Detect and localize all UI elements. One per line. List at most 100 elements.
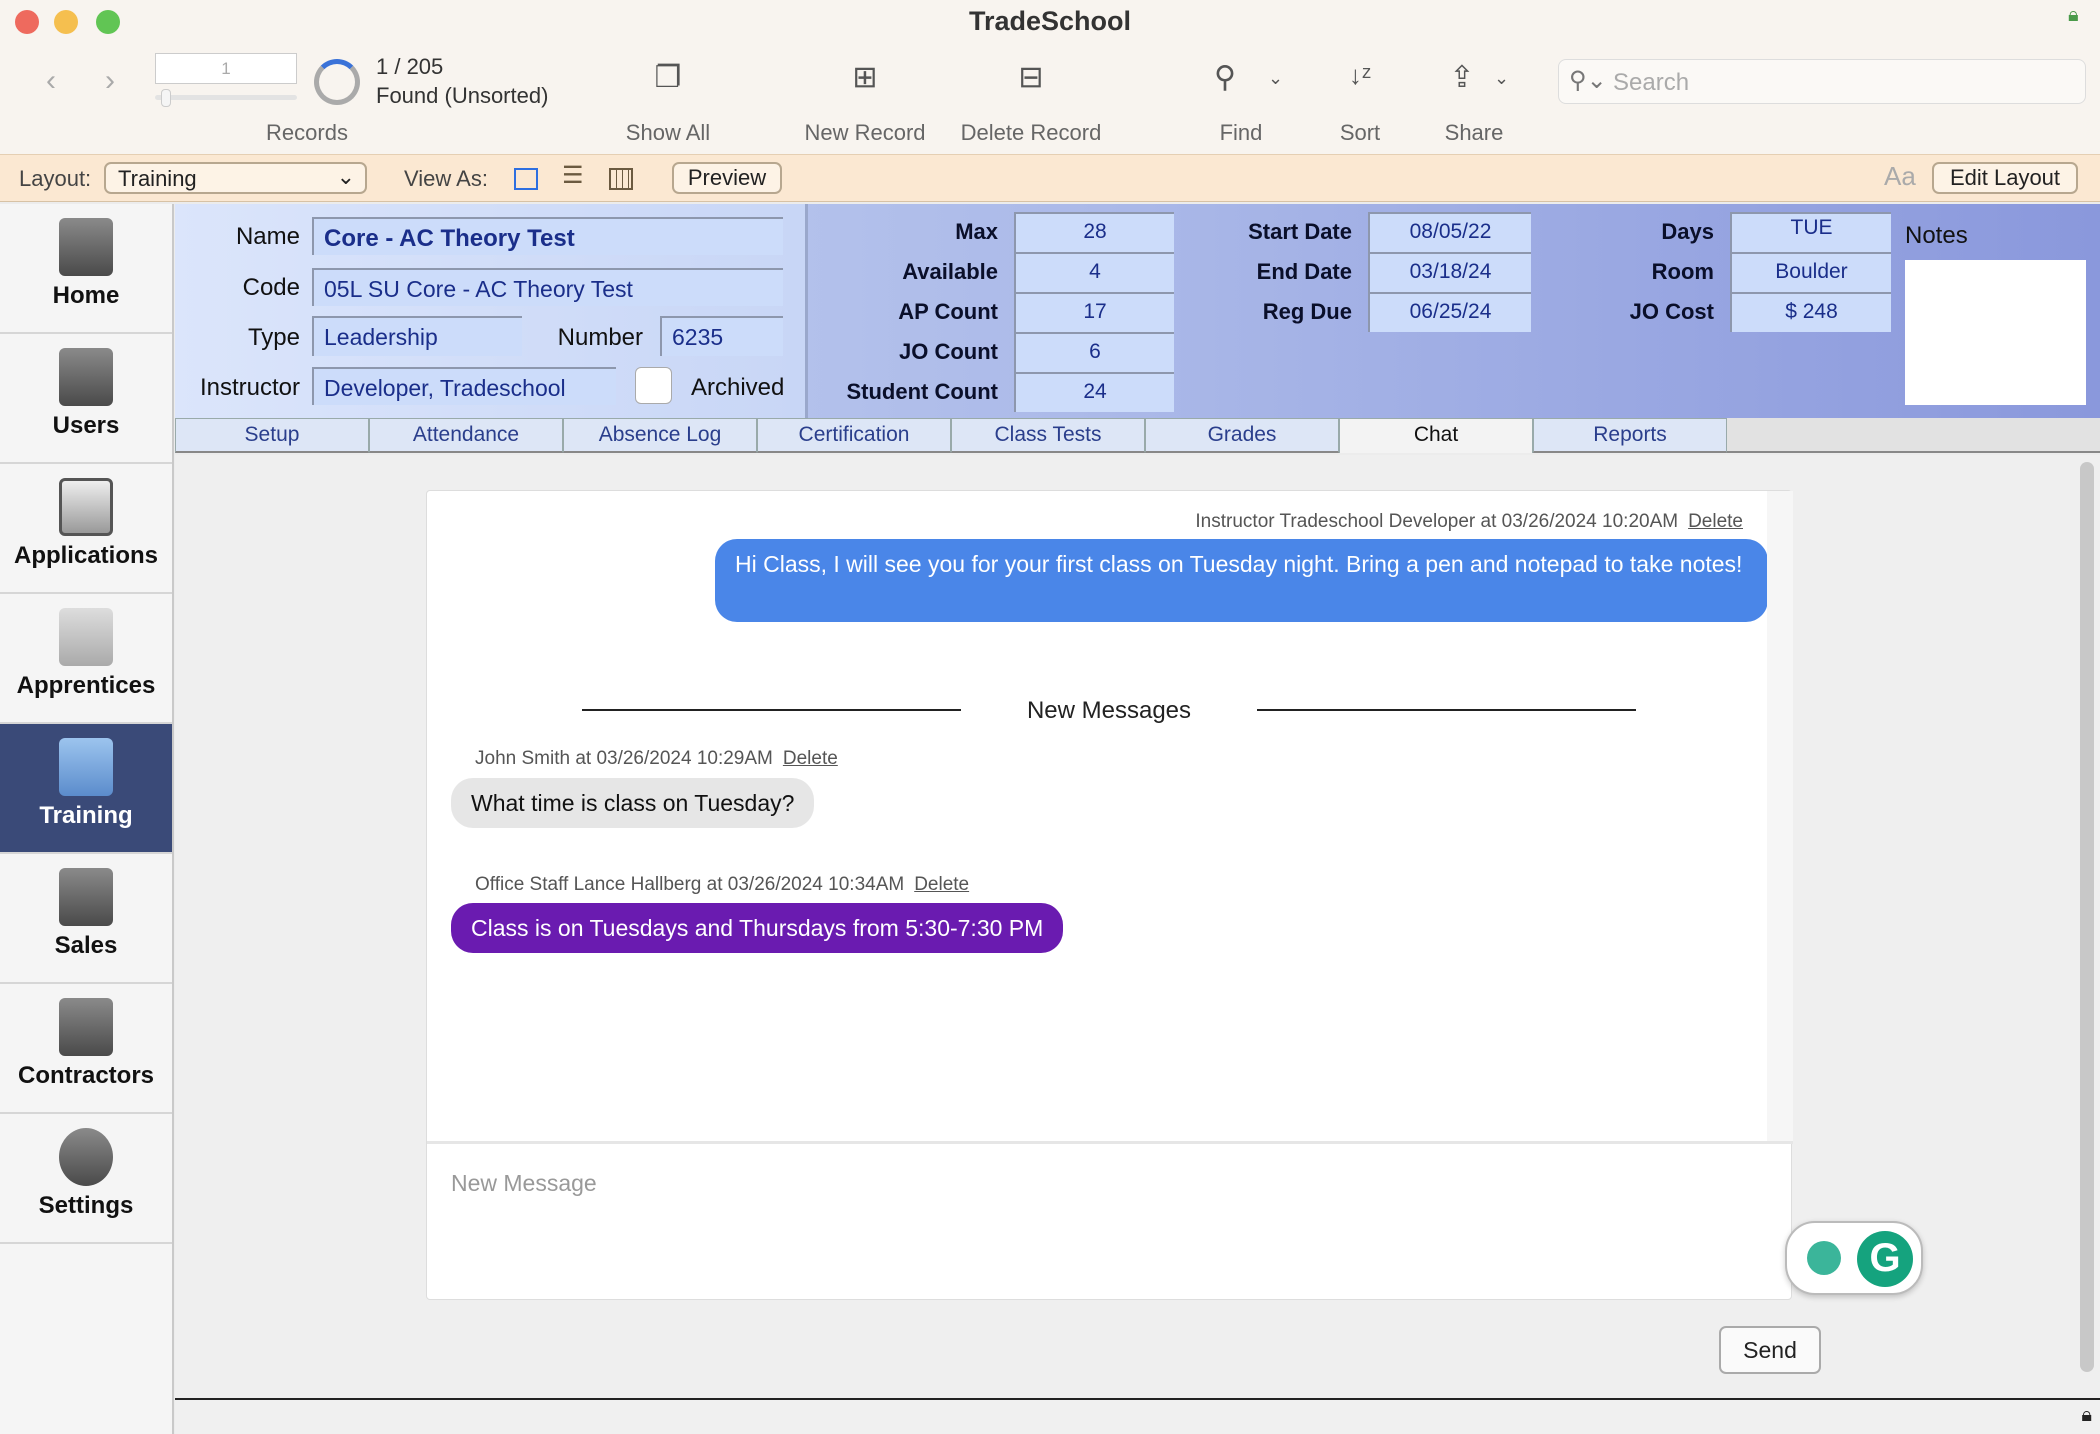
number-field[interactable]: 6235 bbox=[660, 316, 783, 356]
sidebar-item-contractors[interactable]: Contractors bbox=[0, 984, 172, 1114]
code-field[interactable]: 05L SU Core - AC Theory Test bbox=[312, 268, 783, 306]
sidebar-item-applications[interactable]: Applications bbox=[0, 464, 172, 594]
show-all-icon[interactable]: ❐ bbox=[638, 60, 698, 95]
page-scrollbar[interactable] bbox=[2080, 462, 2094, 1372]
sidebar-item-label: Home bbox=[52, 282, 120, 309]
find-options-chevron-icon[interactable]: ⌄ bbox=[1268, 68, 1283, 89]
delete-message-link[interactable]: Delete bbox=[1688, 511, 1743, 532]
jo-count-label: JO Count bbox=[899, 339, 998, 364]
tab-chat[interactable]: Chat bbox=[1339, 418, 1533, 453]
tab-setup[interactable]: Setup bbox=[175, 418, 369, 453]
new-record-icon[interactable]: ⊞ bbox=[835, 60, 895, 95]
notes-label: Notes bbox=[1905, 222, 1968, 249]
tab-absence-log[interactable]: Absence Log bbox=[563, 418, 757, 453]
divider-line bbox=[582, 709, 961, 711]
share-icon[interactable]: ⇪ bbox=[1432, 60, 1492, 95]
notes-field[interactable] bbox=[1905, 260, 2086, 405]
new-message-input[interactable]: New Message bbox=[427, 1144, 1767, 1301]
share-button[interactable]: Share bbox=[1374, 120, 1574, 146]
new-messages-divider: New Messages bbox=[1026, 697, 1192, 724]
share-chevron-icon[interactable]: ⌄ bbox=[1494, 68, 1509, 89]
start-date-label: Start Date bbox=[1248, 219, 1352, 244]
lock-icon: 🔒︎ bbox=[2081, 1404, 2092, 1426]
type-label: Type bbox=[247, 324, 300, 351]
archived-label: Archived bbox=[691, 374, 785, 401]
next-record-button[interactable]: › bbox=[105, 64, 115, 98]
sidebar-item-label: Contractors bbox=[17, 1062, 155, 1089]
room-field[interactable]: Boulder bbox=[1730, 252, 1891, 292]
message-meta: John Smith at 03/26/2024 10:29AM Delete bbox=[475, 748, 838, 770]
view-as-label: View As: bbox=[404, 166, 488, 191]
start-date-field[interactable]: 08/05/22 bbox=[1368, 212, 1531, 252]
find-icon[interactable]: ⚲ bbox=[1195, 60, 1255, 95]
send-button[interactable]: Send bbox=[1719, 1326, 1821, 1374]
instructor-field[interactable]: Developer, Tradeschool bbox=[312, 367, 616, 405]
edit-layout-button[interactable]: Edit Layout bbox=[1932, 162, 2078, 194]
tab-attendance[interactable]: Attendance bbox=[369, 418, 563, 453]
jo-cost-field[interactable]: $ 248 bbox=[1730, 292, 1891, 332]
reg-due-field[interactable]: 06/25/24 bbox=[1368, 292, 1531, 332]
briefcase-icon bbox=[59, 998, 113, 1056]
address-book-icon bbox=[59, 348, 113, 406]
sort-icon[interactable]: ↓ᶻ bbox=[1330, 60, 1390, 91]
text-size-icon[interactable]: Aa bbox=[1884, 161, 1916, 192]
record-slider[interactable] bbox=[155, 89, 297, 107]
max-label: Max bbox=[955, 219, 998, 244]
ap-count-field[interactable]: 17 bbox=[1014, 292, 1174, 332]
search-field[interactable]: ⚲⌄ Search bbox=[1558, 59, 2086, 104]
ap-count-label: AP Count bbox=[898, 299, 998, 324]
wrench-icon bbox=[59, 1128, 113, 1186]
grammarly-widget[interactable]: G bbox=[1785, 1221, 1923, 1295]
house-icon bbox=[59, 218, 113, 276]
available-field[interactable]: 4 bbox=[1014, 252, 1174, 292]
show-all-button[interactable]: Show All bbox=[568, 120, 768, 146]
clipboard-icon bbox=[59, 478, 113, 536]
type-field[interactable]: Leadership bbox=[312, 316, 522, 356]
status-bar: 🔒︎ bbox=[175, 1398, 2100, 1434]
available-label: Available bbox=[902, 259, 998, 284]
number-label: Number bbox=[557, 324, 643, 351]
previous-record-button[interactable]: ‹ bbox=[46, 64, 56, 98]
records-label: Records bbox=[266, 120, 348, 145]
reg-due-label: Reg Due bbox=[1262, 299, 1352, 324]
preview-button[interactable]: Preview bbox=[672, 162, 782, 194]
student-count-field[interactable]: 24 bbox=[1014, 372, 1174, 412]
sidebar-item-apprentices[interactable]: Apprentices bbox=[0, 594, 172, 724]
delete-message-link[interactable]: Delete bbox=[914, 874, 969, 895]
tab-grades[interactable]: Grades bbox=[1145, 418, 1339, 453]
search-placeholder: Search bbox=[1613, 69, 1690, 96]
sidebar-item-sales[interactable]: Sales bbox=[0, 854, 172, 984]
jo-count-field[interactable]: 6 bbox=[1014, 332, 1174, 372]
message-meta: Instructor Tradeschool Developer at 03/2… bbox=[1195, 511, 1743, 533]
window-title: TradeSchool bbox=[968, 6, 1132, 36]
sidebar-item-users[interactable]: Users bbox=[0, 334, 172, 464]
archived-checkbox[interactable] bbox=[635, 367, 672, 404]
days-field[interactable]: TUE bbox=[1730, 212, 1891, 252]
sidebar-item-label: Settings bbox=[38, 1192, 134, 1219]
layout-label: Layout: bbox=[19, 166, 92, 191]
tab-class-tests[interactable]: Class Tests bbox=[951, 418, 1145, 453]
table-view-icon[interactable] bbox=[609, 168, 633, 190]
tab-certification[interactable]: Certification bbox=[757, 418, 951, 453]
form-view-icon[interactable] bbox=[514, 168, 538, 190]
name-field[interactable]: Core - AC Theory Test bbox=[312, 217, 783, 255]
sidebar-item-settings[interactable]: Settings bbox=[0, 1114, 172, 1244]
delete-message-link[interactable]: Delete bbox=[783, 748, 838, 769]
sidebar-item-training[interactable]: Training bbox=[0, 724, 172, 854]
sidebar-item-home[interactable]: Home bbox=[0, 204, 172, 334]
chat-scrollbar[interactable] bbox=[1767, 491, 1793, 1141]
layout-dropdown[interactable]: Training ⌄ bbox=[104, 162, 367, 194]
list-view-icon[interactable]: ☰ bbox=[562, 161, 584, 190]
delete-record-button[interactable]: Delete Record bbox=[931, 120, 1131, 146]
jo-cost-label: JO Cost bbox=[1629, 299, 1714, 324]
record-number-input[interactable] bbox=[155, 53, 297, 84]
layout-bar: Layout: Training ⌄ View As: ☰ Preview Aa … bbox=[0, 154, 2100, 202]
max-field[interactable]: 28 bbox=[1014, 212, 1174, 252]
tab-reports[interactable]: Reports bbox=[1533, 418, 1727, 453]
chevron-down-icon: ⌄ bbox=[336, 164, 355, 189]
sidebar-item-label: Applications bbox=[13, 542, 158, 569]
sidebar-item-label: Training bbox=[39, 802, 133, 829]
delete-record-icon[interactable]: ⊟ bbox=[1001, 60, 1061, 95]
end-date-field[interactable]: 03/18/24 bbox=[1368, 252, 1531, 292]
code-label: Code bbox=[242, 274, 300, 301]
